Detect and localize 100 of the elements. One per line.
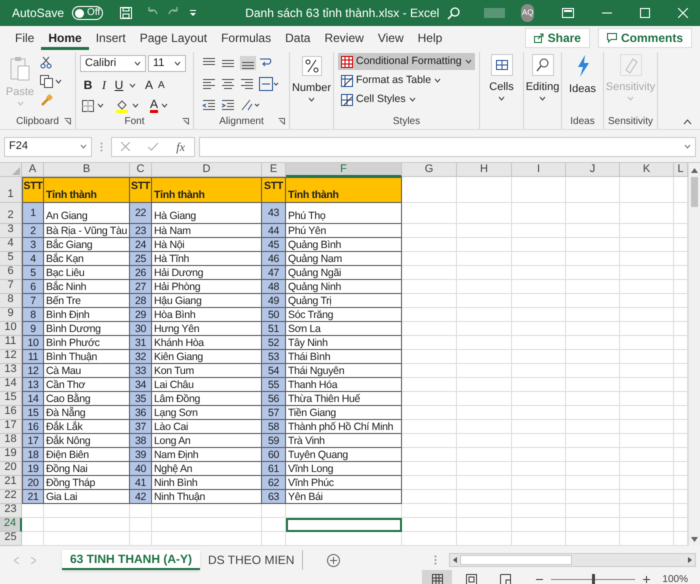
name-box[interactable]: F24 xyxy=(4,136,92,156)
grid-cell[interactable] xyxy=(566,266,620,280)
grid-cell[interactable] xyxy=(457,448,512,462)
number-format-button[interactable]: Number xyxy=(294,52,329,114)
grid-cell[interactable] xyxy=(620,266,674,280)
underline-button[interactable]: U xyxy=(114,76,124,94)
row-header[interactable]: 9 xyxy=(0,308,22,322)
grid-cell[interactable] xyxy=(512,238,566,252)
column-header[interactable]: E xyxy=(262,163,286,177)
grid-cell[interactable] xyxy=(457,518,512,532)
grid-cell[interactable] xyxy=(512,490,566,504)
grid-cell[interactable] xyxy=(566,504,620,518)
autosave-toggle[interactable]: Off xyxy=(72,6,104,20)
row-header[interactable]: 19 xyxy=(0,448,22,462)
align-center-icon[interactable] xyxy=(221,77,235,91)
grid-cell[interactable] xyxy=(402,280,457,294)
grid-cell[interactable] xyxy=(620,252,674,266)
grid-cell[interactable] xyxy=(512,364,566,378)
grid-cell[interactable] xyxy=(566,392,620,406)
grid-cell[interactable] xyxy=(402,177,457,203)
grid-cell[interactable] xyxy=(457,364,512,378)
grid-cell[interactable] xyxy=(566,280,620,294)
grid-cell[interactable] xyxy=(620,364,674,378)
grid-cell[interactable] xyxy=(22,504,44,518)
grid-cell[interactable] xyxy=(286,532,402,546)
grid-cell[interactable] xyxy=(262,504,286,518)
row-header[interactable]: 8 xyxy=(0,294,22,308)
grid-cell[interactable] xyxy=(566,448,620,462)
grid-cell[interactable] xyxy=(402,350,457,364)
collapse-ribbon-icon[interactable] xyxy=(683,119,692,125)
grid-cell[interactable] xyxy=(620,350,674,364)
grid-cell[interactable] xyxy=(620,532,674,546)
grow-font-button[interactable]: A xyxy=(145,76,154,94)
grid-cell[interactable] xyxy=(620,280,674,294)
align-right-icon[interactable] xyxy=(240,77,254,91)
grid-cell[interactable] xyxy=(402,448,457,462)
dialog-launcher-icon[interactable] xyxy=(278,118,285,125)
grid-cell[interactable] xyxy=(620,336,674,350)
grid-cell[interactable] xyxy=(22,518,44,532)
ribbon-tab[interactable]: Formulas xyxy=(214,28,278,50)
grid-cell[interactable] xyxy=(457,378,512,392)
close-icon[interactable] xyxy=(678,8,688,18)
grid-cell[interactable] xyxy=(620,177,674,203)
column-header[interactable]: C xyxy=(130,163,152,177)
grid-cell[interactable] xyxy=(402,224,457,238)
grid-cell[interactable] xyxy=(620,294,674,308)
grid-cell[interactable] xyxy=(457,406,512,420)
grid-cell[interactable] xyxy=(620,308,674,322)
zoom-in-icon[interactable] xyxy=(643,576,650,582)
column-header[interactable]: K xyxy=(620,163,674,177)
grid-cell[interactable] xyxy=(457,238,512,252)
customize-icon[interactable] xyxy=(189,9,198,17)
grid-cell[interactable] xyxy=(620,434,674,448)
grid-cell[interactable] xyxy=(512,294,566,308)
grid-cell[interactable] xyxy=(152,504,262,518)
align-left-icon[interactable] xyxy=(202,77,216,91)
grid-cell[interactable] xyxy=(402,406,457,420)
grid-cell[interactable] xyxy=(457,224,512,238)
grid-cell[interactable] xyxy=(566,350,620,364)
grid-cell[interactable] xyxy=(512,280,566,294)
sheet-tab[interactable]: 63 TINH THANH (A-Y) xyxy=(62,550,200,570)
grid-cell[interactable] xyxy=(566,434,620,448)
add-sheet-icon[interactable] xyxy=(327,554,340,566)
grid-cell[interactable] xyxy=(512,504,566,518)
grid-cell[interactable] xyxy=(402,476,457,490)
grid-cell[interactable] xyxy=(512,378,566,392)
row-header[interactable]: 12 xyxy=(0,350,22,364)
row-header[interactable]: 7 xyxy=(0,280,22,294)
column-header[interactable]: H xyxy=(457,163,512,177)
row-header[interactable]: 20 xyxy=(0,462,22,476)
grid-cell[interactable] xyxy=(152,532,262,546)
row-header[interactable]: 2 xyxy=(0,203,22,224)
row-header[interactable]: 4 xyxy=(0,238,22,252)
scroll-up-icon[interactable] xyxy=(691,168,698,172)
row-header[interactable]: 18 xyxy=(0,434,22,448)
cancel-icon[interactable] xyxy=(121,142,130,151)
row-header[interactable]: 14 xyxy=(0,378,22,392)
font-color-button[interactable]: A xyxy=(150,98,158,113)
grid-cell[interactable] xyxy=(512,336,566,350)
grid-cell[interactable] xyxy=(566,238,620,252)
row-header[interactable]: 3 xyxy=(0,224,22,238)
copy-icon[interactable] xyxy=(40,75,53,88)
grid-cell[interactable] xyxy=(620,504,674,518)
grid-cell[interactable] xyxy=(402,336,457,350)
grid-cell[interactable] xyxy=(44,504,130,518)
select-all-button[interactable] xyxy=(0,163,22,177)
zoom-level[interactable]: 100% xyxy=(662,572,688,584)
grid-cell[interactable] xyxy=(402,504,457,518)
grid-cell[interactable] xyxy=(262,532,286,546)
slider-thumb[interactable] xyxy=(592,574,596,584)
increase-indent-icon[interactable] xyxy=(221,98,235,112)
row-header[interactable]: 21 xyxy=(0,476,22,490)
dialog-launcher-icon[interactable] xyxy=(64,118,71,125)
grid-cell[interactable] xyxy=(402,203,457,224)
grid-cell[interactable] xyxy=(566,322,620,336)
sheet-tab[interactable]: DS THEO MIEN xyxy=(200,550,304,570)
checkmark-icon[interactable] xyxy=(148,142,158,151)
grid-cell[interactable] xyxy=(44,532,130,546)
editing-button[interactable]: Editing xyxy=(528,52,557,114)
maximize-icon[interactable] xyxy=(640,8,650,18)
